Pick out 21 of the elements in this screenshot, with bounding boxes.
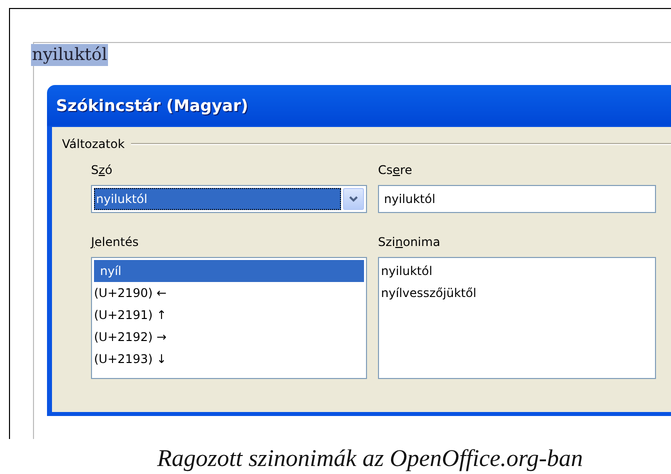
dropdown-button[interactable] <box>343 188 364 210</box>
list-item[interactable]: nyíl <box>94 260 364 282</box>
synonyms-list[interactable]: nyiluktól nyílvesszőjüktől <box>378 257 656 379</box>
field-label: Szó <box>91 162 114 179</box>
window-title: Szókincstár (Magyar) <box>55 95 250 117</box>
replace-field[interactable]: nyiluktól <box>378 185 656 213</box>
list-item[interactable]: (U+2191) ↑ <box>92 304 366 326</box>
meanings-list[interactable]: nyíl (U+2190) ← (U+2191) ↑ (U+2192) → (U+2193) ↓ <box>91 257 367 379</box>
group-label: Változatok <box>62 137 125 151</box>
chevron-down-icon <box>349 196 358 202</box>
word-combobox[interactable]: nyiluktól <box>91 185 367 213</box>
selected-text: nyiluktól <box>31 44 108 66</box>
list-item[interactable]: (U+2190) ← <box>92 282 366 304</box>
list-label: Jelentés <box>91 234 140 251</box>
caption: Ragozott szinonimák az OpenOffice.org-ban <box>156 446 583 473</box>
list-item[interactable]: nyílvesszőjüktől <box>379 282 655 304</box>
list-item[interactable]: (U+2192) → <box>92 326 366 348</box>
list-label: Szinonima <box>378 234 442 251</box>
field-label: Csere <box>378 162 414 179</box>
list-item[interactable]: nyiluktól <box>379 260 655 282</box>
list-item[interactable]: (U+2193) ↓ <box>92 348 366 370</box>
